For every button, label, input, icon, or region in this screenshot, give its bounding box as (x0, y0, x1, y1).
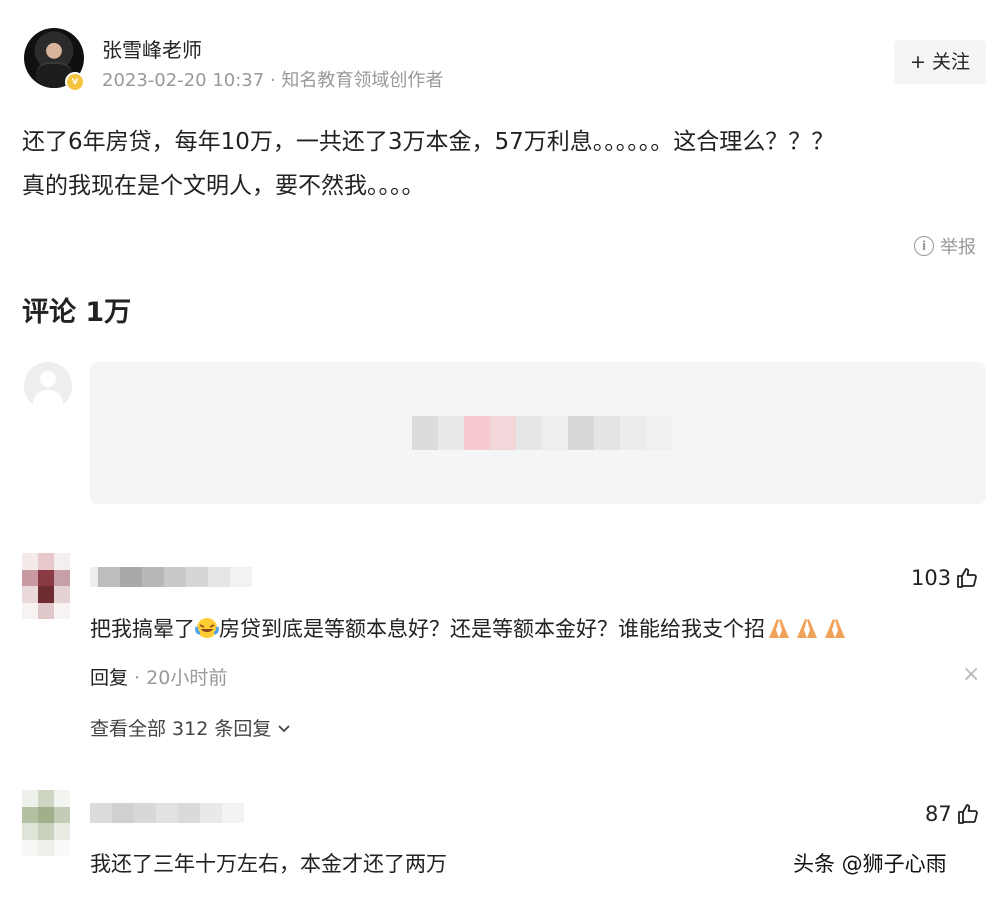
reply-button[interactable]: 回复 (90, 667, 128, 689)
close-icon[interactable]: × (962, 662, 980, 687)
like-button[interactable]: 103 (911, 566, 979, 590)
view-replies-link[interactable]: 查看全部 312 条回复 (90, 714, 291, 741)
verified-badge-icon: v (65, 72, 85, 92)
thumbs-up-icon (957, 568, 977, 588)
info-icon: i (914, 236, 934, 256)
comment-text-part-1: 把我搞晕了 (90, 617, 195, 641)
follow-button[interactable]: + 关注 (894, 40, 986, 84)
comment-text: 把我搞晕了 房贷到底是等额本息好？还是等额本金好？谁能给我支个招 (90, 613, 849, 644)
thumbs-up-icon (957, 804, 978, 824)
post-line-1: 还了6年房贷，每年10万，一共还了3万本金，57万利息。。。。。。这合理么？？？ (22, 129, 835, 155)
post-meta: 2023-02-20 10:37 · 知名教育领域创作者 (102, 70, 444, 91)
report-button[interactable]: i 举报 (914, 233, 976, 259)
post-body: 还了6年房贷，每年10万，一共还了3万本金，57万利息。。。。。。这合理么？？？… (22, 120, 992, 208)
crying-laughing-emoji (195, 617, 219, 644)
comments-header: 评论 1万 (22, 297, 132, 328)
chevron-down-icon (278, 725, 291, 733)
like-button[interactable]: 87 (925, 802, 980, 826)
post-line-2: 真的我现在是个文明人，要不然我。。。。 (22, 173, 425, 199)
view-replies-label: 查看全部 312 条回复 (90, 718, 272, 740)
report-label: 举报 (940, 237, 976, 258)
author-name[interactable]: 张雪峰老师 (102, 34, 202, 63)
commenter-avatar[interactable] (22, 790, 70, 856)
comment-text: 我还了三年十万左右，本金才还了两万 (90, 852, 447, 876)
praying-hands-emoji (765, 617, 849, 644)
current-user-avatar (24, 362, 72, 410)
blurred-placeholder (412, 416, 672, 450)
like-count: 103 (911, 566, 952, 590)
like-count: 87 (925, 802, 952, 826)
commenter-name[interactable] (90, 567, 252, 587)
comment-input[interactable] (90, 362, 986, 504)
comment-text-part-2: 房贷到底是等额本息好？还是等额本金好？谁能给我支个招 (219, 617, 765, 641)
meta-separator: · (134, 667, 147, 689)
commenter-avatar[interactable] (22, 553, 70, 619)
commenter-name[interactable] (90, 803, 244, 823)
comment-time: 20小时前 (146, 667, 228, 689)
comment-meta: 回复 · 20小时前 (90, 663, 227, 690)
watermark: 头条 @狮子心雨 (793, 852, 947, 876)
